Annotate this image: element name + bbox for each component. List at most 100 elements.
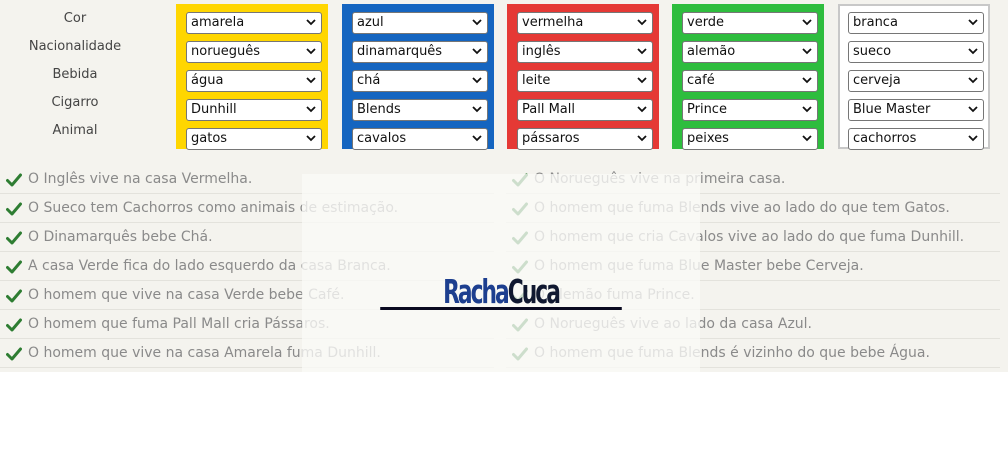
check-icon <box>6 318 22 332</box>
select-value: sueco <box>853 44 892 59</box>
select-value: gatos <box>191 131 228 146</box>
chevron-down-icon <box>472 106 482 113</box>
select-value: azul <box>357 15 384 30</box>
chevron-down-icon <box>472 19 482 26</box>
select-value: Pall Mall <box>522 102 575 117</box>
check-icon <box>6 289 22 303</box>
chevron-down-icon <box>802 135 812 142</box>
chevron-down-icon <box>306 19 316 26</box>
check-icon <box>6 173 22 187</box>
clue-text: O homem que fuma Pall Mall cria Pássaros… <box>28 316 330 332</box>
chevron-down-icon <box>802 77 812 84</box>
drink-select[interactable]: água <box>186 70 322 92</box>
chevron-down-icon <box>637 77 647 84</box>
nationality-select[interactable]: inglês <box>517 41 653 63</box>
select-value: Blue Master <box>853 102 931 117</box>
clue-text: O Dinamarquês bebe Chá. <box>28 229 213 245</box>
chevron-down-icon <box>472 48 482 55</box>
house-5: branca sueco cerveja Blue Master cachorros <box>838 4 990 150</box>
select-value: inglês <box>522 44 561 59</box>
house-3: vermelha inglês leite Pall Mall pássaros <box>507 4 659 150</box>
select-value: cachorros <box>853 131 917 146</box>
drink-select[interactable]: café <box>682 70 818 92</box>
nationality-select[interactable]: sueco <box>848 41 984 63</box>
chevron-down-icon <box>802 48 812 55</box>
puzzle-app: Cor Nacionalidade Bebida Cigarro Animal amar… <box>0 0 1008 372</box>
row-label: Cor <box>63 11 87 26</box>
select-value: dinamarquês <box>357 44 443 59</box>
row-label: Cigarro <box>51 95 99 110</box>
select-value: cavalos <box>357 131 407 146</box>
select-value: branca <box>853 15 898 30</box>
logo-text-cuca: Cuca <box>507 272 561 311</box>
color-select[interactable]: branca <box>848 12 984 34</box>
animal-select[interactable]: cavalos <box>352 128 488 150</box>
rachacuca-logo: RachaCuca <box>370 272 633 311</box>
select-value: café <box>687 73 715 88</box>
chevron-down-icon <box>968 48 978 55</box>
cigarette-select[interactable]: Dunhill <box>186 99 322 121</box>
row-label: Nacionalidade <box>28 39 122 54</box>
check-icon <box>6 260 22 274</box>
house-1: amarela norueguês água Dunhill gatos <box>176 4 328 150</box>
select-value: água <box>191 73 224 88</box>
cigarette-select[interactable]: Blue Master <box>848 99 984 121</box>
select-value: Prince <box>687 102 727 117</box>
color-select[interactable]: vermelha <box>517 12 653 34</box>
chevron-down-icon <box>637 48 647 55</box>
check-icon <box>6 231 22 245</box>
chevron-down-icon <box>306 106 316 113</box>
row-label: Animal <box>52 123 98 138</box>
color-select[interactable]: amarela <box>186 12 322 34</box>
animal-select[interactable]: cachorros <box>848 128 984 150</box>
chevron-down-icon <box>968 77 978 84</box>
cigarette-select[interactable]: Blends <box>352 99 488 121</box>
drink-select[interactable]: leite <box>517 70 653 92</box>
chevron-down-icon <box>802 19 812 26</box>
chevron-down-icon <box>637 106 647 113</box>
drink-select[interactable]: cerveja <box>848 70 984 92</box>
chevron-down-icon <box>306 135 316 142</box>
animal-select[interactable]: peixes <box>682 128 818 150</box>
select-value: leite <box>522 73 551 88</box>
select-value: amarela <box>191 15 245 30</box>
color-select[interactable]: verde <box>682 12 818 34</box>
chevron-down-icon <box>968 135 978 142</box>
clue-text: O Inglês vive na casa Vermelha. <box>28 171 253 187</box>
clue-text: O homem que vive na casa Verde bebe Café… <box>28 287 345 303</box>
chevron-down-icon <box>472 135 482 142</box>
select-value: verde <box>687 15 725 30</box>
chevron-down-icon <box>472 77 482 84</box>
nationality-select[interactable]: alemão <box>682 41 818 63</box>
select-value: peixes <box>687 131 729 146</box>
drink-select[interactable]: chá <box>352 70 488 92</box>
logo-text-racha: Racha <box>443 272 510 311</box>
chevron-down-icon <box>968 106 978 113</box>
chevron-down-icon <box>637 135 647 142</box>
select-value: norueguês <box>191 44 261 59</box>
house-2: azul dinamarquês chá Blends cavalos <box>342 4 494 150</box>
select-value: pássaros <box>522 131 580 146</box>
animal-select[interactable]: pássaros <box>517 128 653 150</box>
check-icon <box>6 347 22 361</box>
loading-overlay: RachaCuca <box>302 174 700 372</box>
chevron-down-icon <box>306 77 316 84</box>
select-value: cerveja <box>853 73 901 88</box>
select-value: Blends <box>357 102 401 117</box>
select-value: Dunhill <box>191 102 237 117</box>
cigarette-select[interactable]: Pall Mall <box>517 99 653 121</box>
nationality-select[interactable]: dinamarquês <box>352 41 488 63</box>
check-icon <box>6 202 22 216</box>
color-select[interactable]: azul <box>352 12 488 34</box>
row-label: Bebida <box>52 67 98 82</box>
house-4: verde alemão café Prince peixes <box>672 4 824 150</box>
animal-select[interactable]: gatos <box>186 128 322 150</box>
chevron-down-icon <box>306 48 316 55</box>
chevron-down-icon <box>802 106 812 113</box>
cigarette-select[interactable]: Prince <box>682 99 818 121</box>
select-value: chá <box>357 73 381 88</box>
chevron-down-icon <box>968 19 978 26</box>
chevron-down-icon <box>637 19 647 26</box>
select-value: vermelha <box>522 15 584 30</box>
nationality-select[interactable]: norueguês <box>186 41 322 63</box>
